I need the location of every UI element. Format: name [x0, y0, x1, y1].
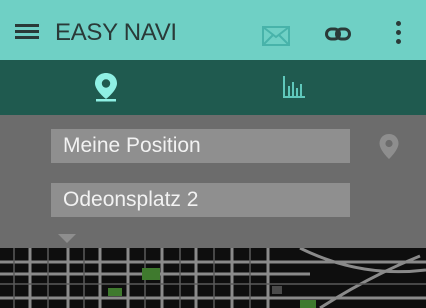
app-bar: EASY NAVI	[0, 0, 426, 60]
map-view[interactable]	[0, 248, 426, 308]
more-vertical-icon[interactable]	[390, 20, 406, 46]
envelope-icon[interactable]	[262, 26, 290, 46]
destination-field[interactable]: Odeonsplatz 2	[51, 183, 350, 217]
app-title: EASY NAVI	[55, 19, 177, 46]
tab-bar	[0, 60, 426, 115]
start-location-field[interactable]: Meine Position	[51, 129, 350, 163]
map-pin-icon[interactable]	[378, 133, 400, 163]
link-icon[interactable]	[325, 26, 351, 42]
route-panel: Meine Position Odeonsplatz 2	[0, 115, 426, 248]
bar-chart-icon	[283, 76, 305, 98]
triangle-down-icon[interactable]	[58, 234, 76, 244]
tab-statistics[interactable]	[213, 60, 426, 115]
hamburger-icon[interactable]	[15, 24, 39, 40]
map-streets	[0, 248, 426, 308]
tab-route[interactable]	[0, 60, 213, 115]
map-pin-icon	[95, 73, 117, 102]
